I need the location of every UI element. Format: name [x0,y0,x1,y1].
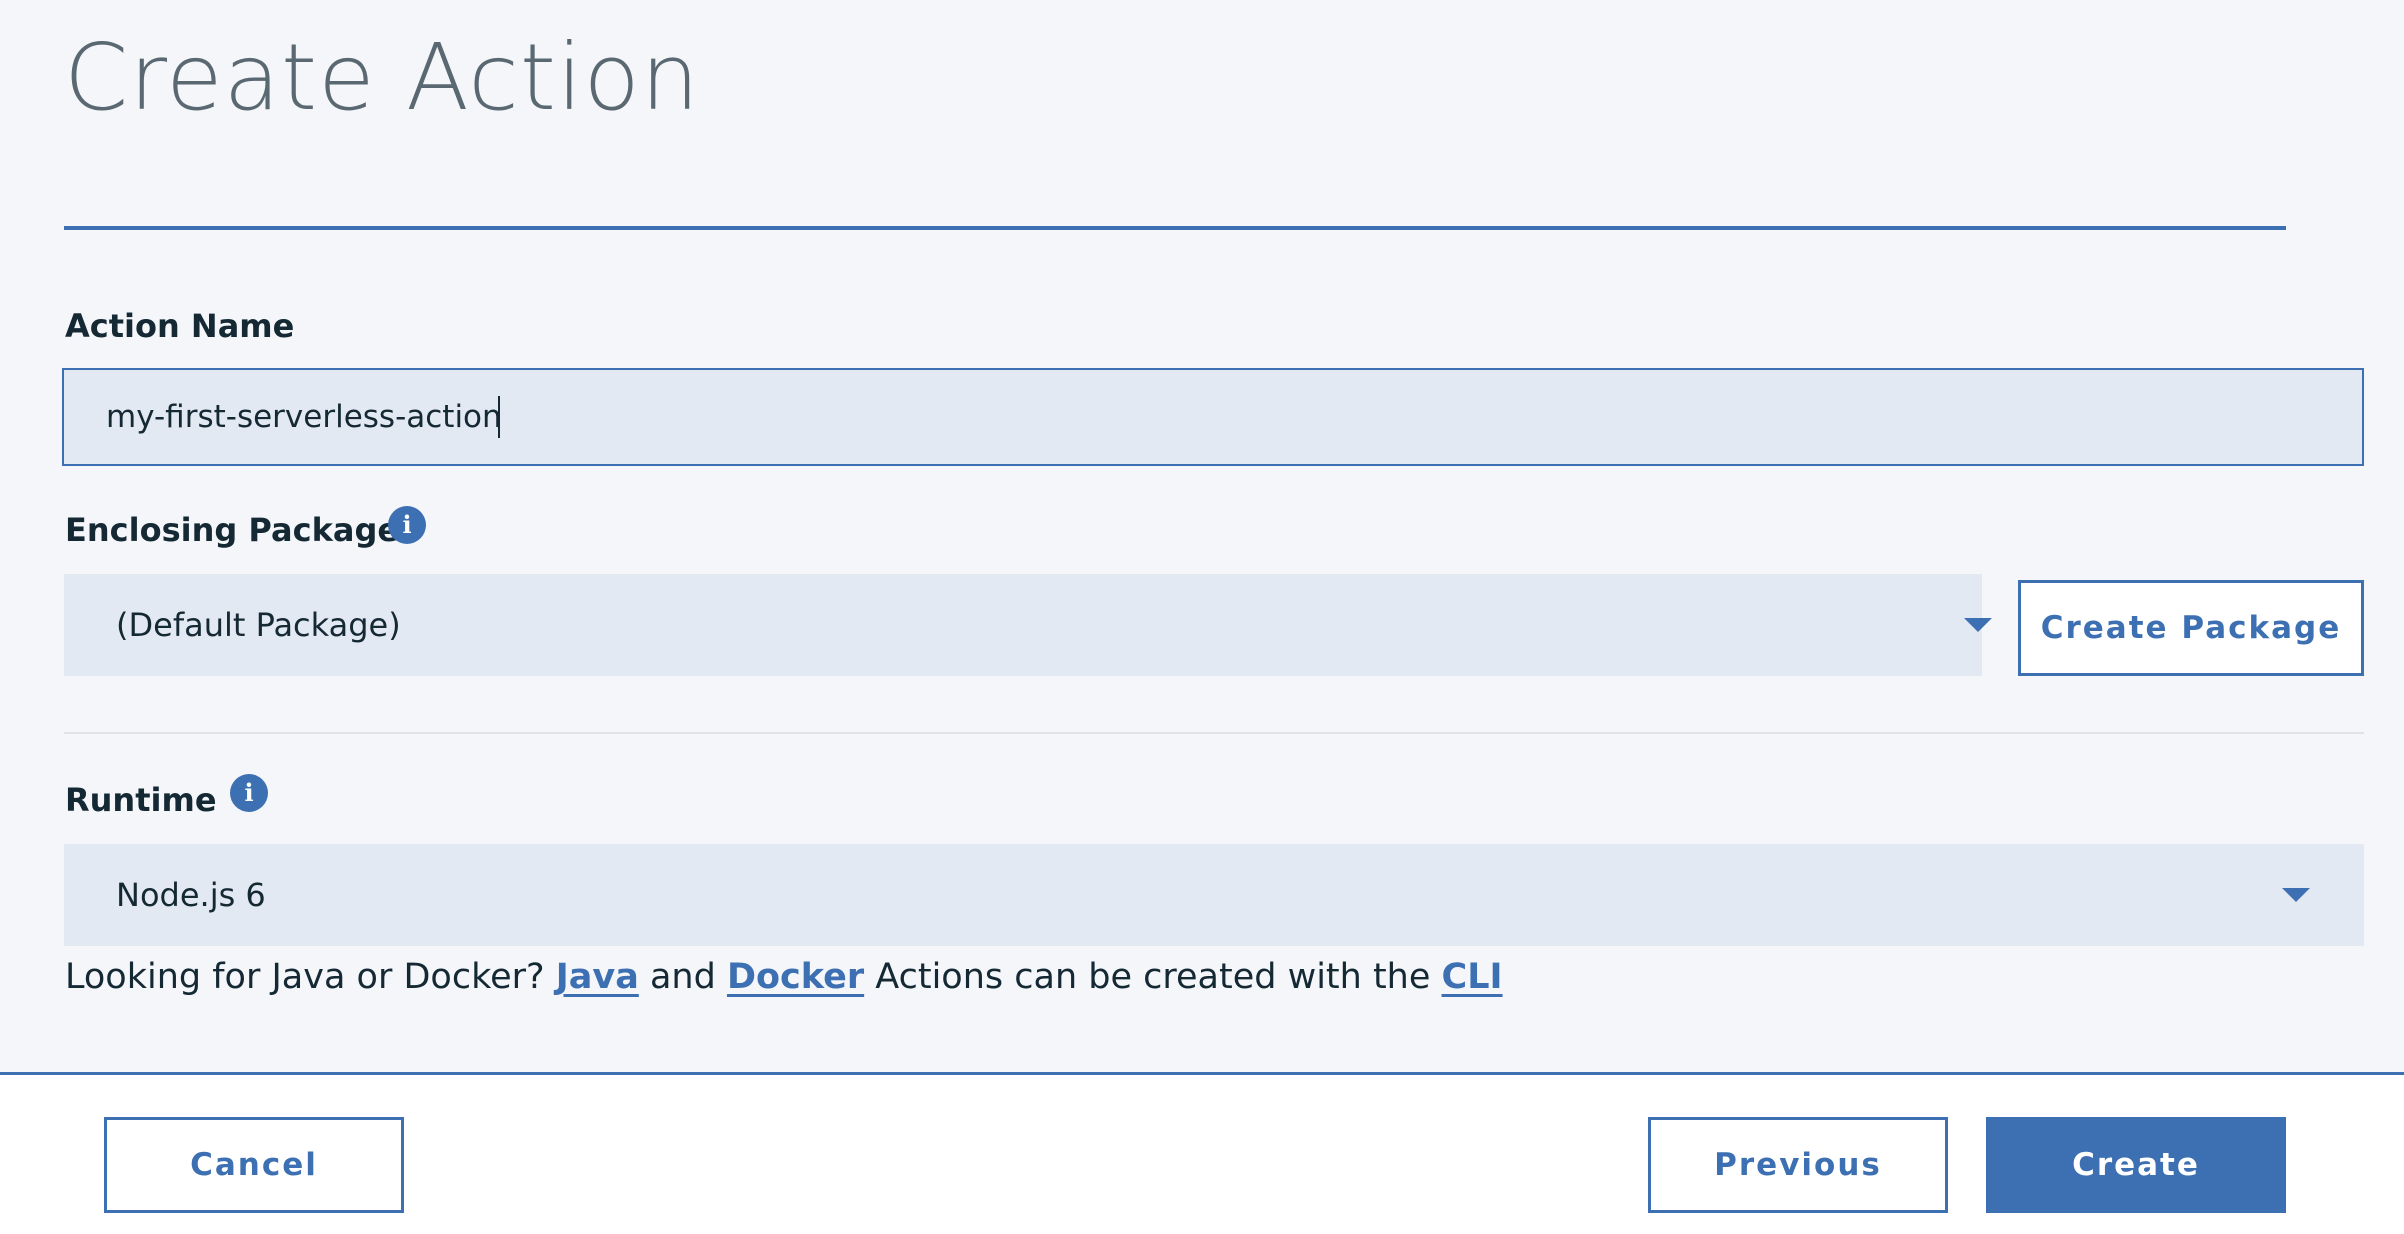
enclosing-package-label: Enclosing Package [65,511,400,549]
enclosing-package-value: (Default Package) [116,606,401,644]
info-icon[interactable]: i [388,506,426,544]
helper-middle: Actions can be created with the [875,957,1431,997]
runtime-value: Node.js 6 [116,876,266,914]
footer-bar: Cancel Previous Create [0,1072,2404,1234]
cancel-button[interactable]: Cancel [104,1117,404,1213]
runtime-select[interactable]: Node.js 6 [64,844,2364,946]
docker-link[interactable]: Docker [727,957,864,997]
cli-link[interactable]: CLI [1442,957,1503,997]
create-package-button[interactable]: Create Package [2018,580,2364,676]
enclosing-package-select[interactable]: (Default Package) [64,574,1992,676]
text-cursor [498,396,500,438]
helper-prefix: Looking for Java or Docker? [65,957,545,997]
action-name-label: Action Name [65,307,295,345]
info-icon[interactable]: i [230,774,268,812]
section-divider [64,732,2364,734]
runtime-helper-text: Looking for Java or Docker? Java and Doc… [65,952,1503,1002]
previous-button[interactable]: Previous [1648,1117,1948,1213]
create-button[interactable]: Create [1986,1117,2286,1213]
runtime-label: Runtime [65,781,217,819]
java-link[interactable]: Java [556,957,639,997]
helper-and: and [649,957,716,997]
action-name-input[interactable] [62,368,2364,466]
title-divider [64,226,2286,230]
chevron-down-icon [1964,618,1992,632]
chevron-down-icon [2282,888,2310,902]
page-title: Create Action [64,24,701,131]
